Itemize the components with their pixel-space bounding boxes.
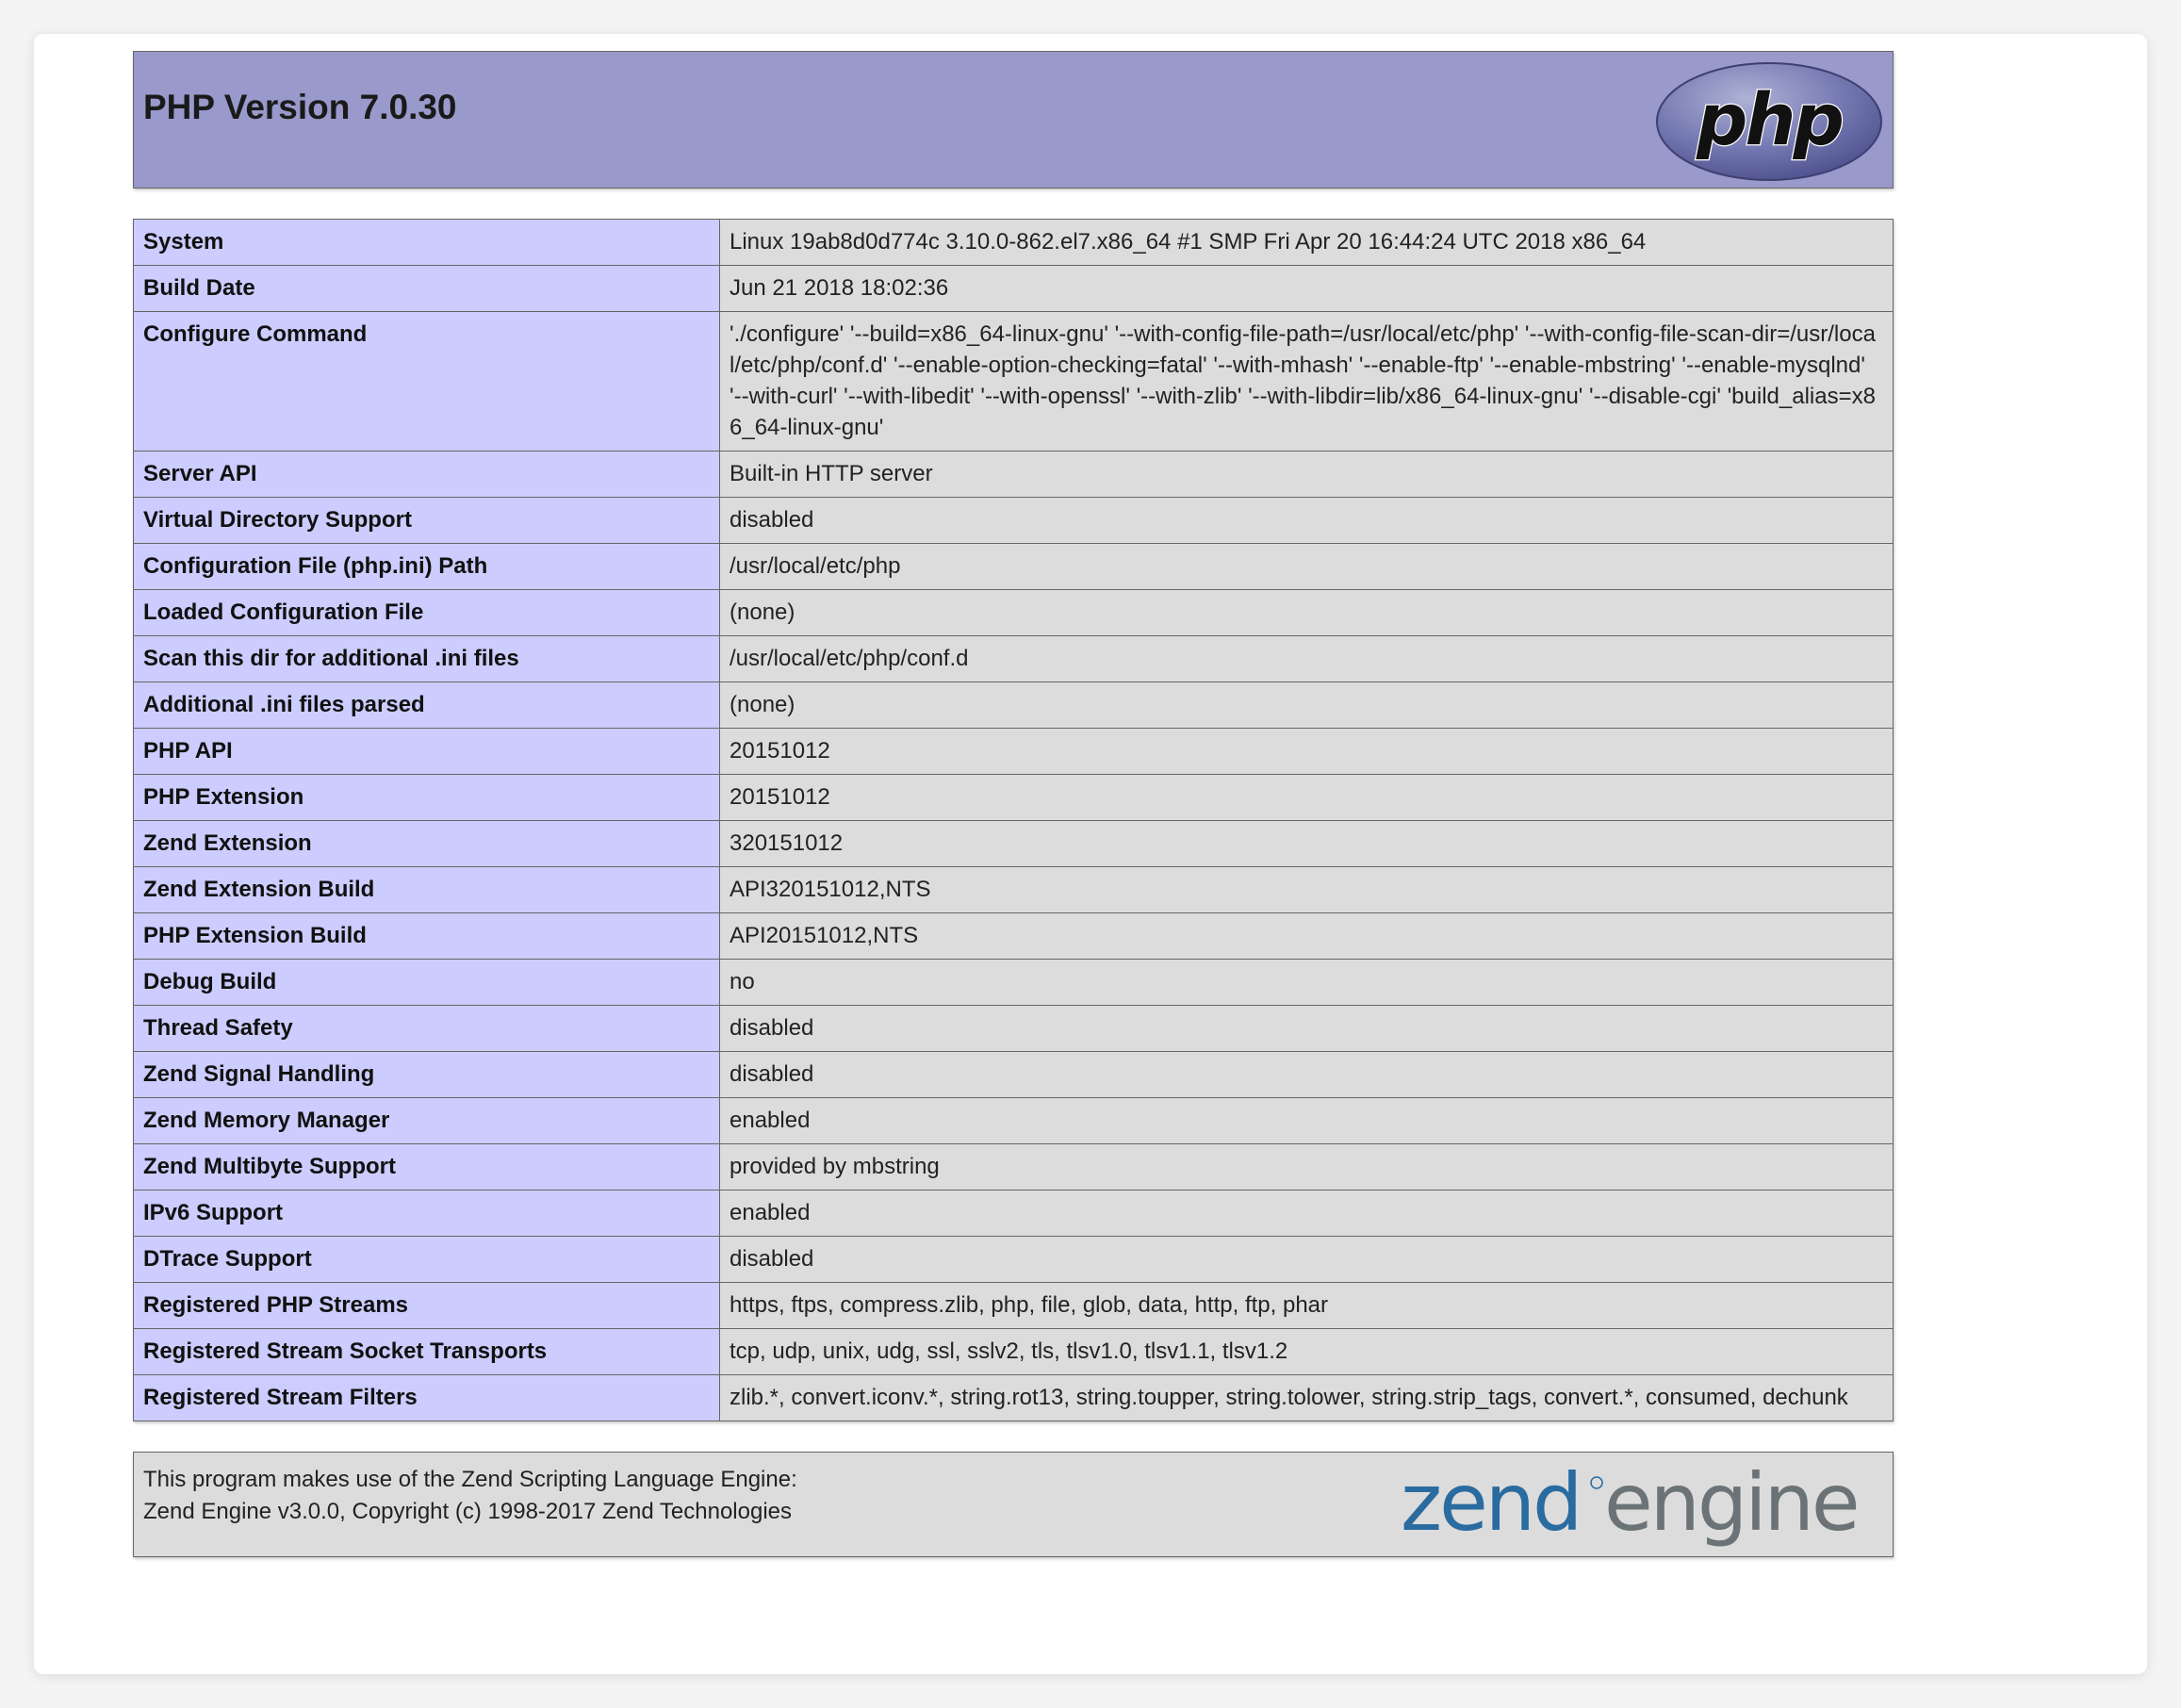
info-row: Configure Command './configure' '--build=… [133,311,1894,452]
zend-engine-footer: This program makes use of the Zend Scrip… [133,1452,1894,1557]
info-value: './configure' '--build=x86_64-linux-gnu'… [719,311,1894,452]
info-row: Zend Multibyte Support provided by mbstri… [133,1143,1894,1191]
info-label: Thread Safety [133,1005,720,1052]
php-logo: php [1656,62,1882,181]
info-label: Registered PHP Streams [133,1282,720,1329]
zend-credit-line-2: Zend Engine v3.0.0, Copyright (c) 1998-2… [143,1499,792,1524]
info-label: IPv6 Support [133,1190,720,1237]
info-row: Configuration File (php.ini) Path/usr/lo… [133,543,1894,590]
info-row: Thread Safety disabled [133,1005,1894,1052]
info-value: enabled [719,1190,1894,1237]
info-row: System Linux 19ab8d0d774c 3.10.0-862.el7.… [133,219,1894,266]
info-label: Zend Extension [133,820,720,867]
info-row: IPv6 Support enabled [133,1190,1894,1237]
info-label: Configuration File (php.ini) Path [133,543,720,590]
zend-credit-line-1: This program makes use of the Zend Scrip… [143,1467,797,1492]
info-label: Zend Memory Manager [133,1097,720,1144]
info-label: Zend Extension Build [133,866,720,913]
info-table: System Linux 19ab8d0d774c 3.10.0-862.el7.… [133,219,1894,1421]
info-row: Zend Memory Manager enabled [133,1097,1894,1144]
info-label: PHP Extension Build [133,912,720,960]
info-label: Registered Stream Filters [133,1374,720,1421]
info-row: Scan this dir for additional .ini files /… [133,635,1894,682]
info-value: provided by mbstring [719,1143,1894,1191]
php-logo-text: php [1696,77,1843,161]
info-value: /usr/local/etc/php/conf.d [719,635,1894,682]
zend-logo-word: zend [1401,1464,1580,1549]
info-value: disabled [719,1005,1894,1052]
info-row: Virtual Directory Support disabled [133,497,1894,544]
zend-credits: This program makes use of the Zend Scrip… [143,1464,797,1528]
info-label: Registered Stream Socket Transports [133,1328,720,1375]
info-value: tcp, udp, unix, udg, ssl, sslv2, tls, tl… [719,1328,1894,1375]
registered-mark-icon [1590,1476,1603,1489]
engine-logo-word: engine [1604,1464,1858,1549]
info-label: Additional .ini files parsed [133,682,720,729]
info-value: API20151012,NTS [719,912,1894,960]
info-row: Zend Extension Build API320151012,NTS [133,866,1894,913]
info-row: Registered PHP Streams https, ftps, compr… [133,1282,1894,1329]
info-label: PHP API [133,728,720,775]
info-label: PHP Extension [133,774,720,821]
info-value: zlib.*, convert.iconv.*, string.rot13, s… [719,1374,1894,1421]
info-value: Built-in HTTP server [719,451,1894,498]
info-value: no [719,959,1894,1006]
info-label: Virtual Directory Support [133,497,720,544]
info-label: Debug Build [133,959,720,1006]
info-value: Jun 21 2018 18:02:36 [719,265,1894,312]
php-version-header: PHP Version 7.0.30 php [133,51,1894,189]
info-label: Scan this dir for additional .ini files [133,635,720,682]
info-row: Build Date Jun 21 2018 18:02:36 [133,265,1894,312]
info-value: enabled [719,1097,1894,1144]
info-label: Server API [133,451,720,498]
info-label: Build Date [133,265,720,312]
info-value: (none) [719,589,1894,636]
info-row: PHP Extension 20151012 [133,774,1894,821]
info-row: Registered Stream Socket Transports tcp, … [133,1328,1894,1375]
info-row: Zend Signal Handling disabled [133,1051,1894,1098]
info-value: disabled [719,497,1894,544]
info-label: Configure Command [133,311,720,452]
info-value: 320151012 [719,820,1894,867]
info-row: Debug Build no [133,959,1894,1006]
info-value: Linux 19ab8d0d774c 3.10.0-862.el7.x86_64… [719,219,1894,266]
info-row: DTrace Support disabled [133,1236,1894,1283]
info-row: Zend Extension 320151012 [133,820,1894,867]
info-label: Zend Multibyte Support [133,1143,720,1191]
info-label: System [133,219,720,266]
info-row: Server API Built-in HTTP server [133,451,1894,498]
info-row: PHP API 20151012 [133,728,1894,775]
info-label: DTrace Support [133,1236,720,1283]
info-value: https, ftps, compress.zlib, php, file, g… [719,1282,1894,1329]
info-value: disabled [719,1051,1894,1098]
info-value: 20151012 [719,774,1894,821]
info-row: Loaded Configuration File (none) [133,589,1894,636]
info-value: 20151012 [719,728,1894,775]
info-row: Registered Stream Filters zlib.*, convert… [133,1374,1894,1421]
zend-engine-logo: zend engine [1401,1464,1861,1549]
info-label: Loaded Configuration File [133,589,720,636]
info-row: PHP Extension Build API20151012,NTS [133,912,1894,960]
info-value: /usr/local/etc/php [719,543,1894,590]
page-title: PHP Version 7.0.30 [143,88,457,126]
info-row: Additional .ini files parsed (none) [133,682,1894,729]
info-value: API320151012,NTS [719,866,1894,913]
info-value: disabled [719,1236,1894,1283]
info-value: (none) [719,682,1894,729]
phpinfo-container: PHP Version 7.0.30 php System Linux 19ab8… [133,51,1894,1557]
info-label: Zend Signal Handling [133,1051,720,1098]
